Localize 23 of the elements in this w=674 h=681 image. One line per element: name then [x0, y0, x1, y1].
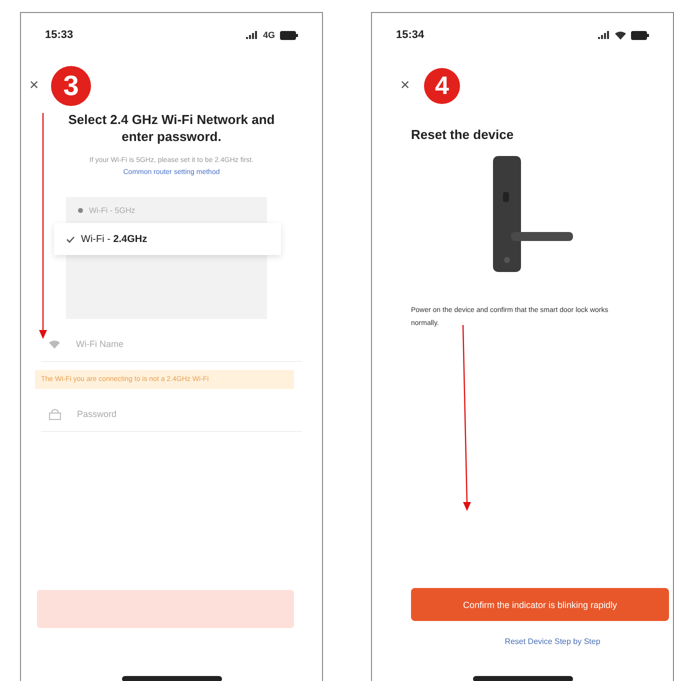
- check-icon: [66, 236, 75, 242]
- signal-icon: [246, 31, 258, 39]
- battery-icon: [280, 30, 298, 40]
- status-time: 15:33: [45, 29, 74, 41]
- confirm-button[interactable]: Confirm the indicator is blinking rapidly: [411, 588, 669, 621]
- screen-title: Select 2.4 GHz Wi-Fi Network and enter password.: [67, 111, 276, 145]
- step-badge: 4: [424, 68, 460, 104]
- step-badge: 3: [51, 66, 91, 106]
- close-button[interactable]: ×: [25, 77, 43, 95]
- close-button[interactable]: ×: [396, 77, 414, 95]
- battery-icon: [631, 30, 649, 40]
- wifi-icon: [615, 30, 626, 40]
- network-item[interactable]: Wi-Fi - 2.4GHz: [54, 223, 281, 255]
- wifi-name-field[interactable]: Wi-Fi Name: [74, 338, 302, 350]
- network-type: 4G: [262, 30, 275, 40]
- screen-title: Reset the device: [410, 126, 515, 142]
- wifi-icon: [49, 340, 60, 348]
- dot-icon: [78, 208, 83, 212]
- reset-guide-link[interactable]: Reset Device Step by Step: [504, 637, 600, 646]
- status-time: 15:34: [396, 29, 424, 41]
- password-field[interactable]: Password: [75, 408, 302, 420]
- signal-icon: [598, 31, 610, 39]
- lock-icon: [49, 408, 61, 420]
